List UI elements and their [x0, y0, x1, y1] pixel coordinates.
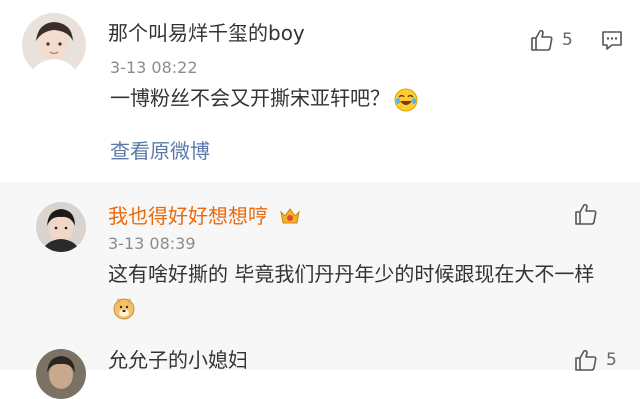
doge-emoji	[113, 297, 135, 319]
avatar[interactable]	[36, 349, 86, 399]
comment-icon	[602, 31, 622, 50]
comment-timestamp: 3-13 08:22	[110, 58, 198, 77]
view-original-link[interactable]: 查看原微博	[110, 139, 210, 163]
crown-badge	[278, 204, 302, 232]
thumbs-up-icon	[531, 29, 553, 51]
avatar[interactable]	[22, 13, 86, 77]
like-button[interactable]: 5	[530, 28, 573, 52]
reply-button[interactable]	[600, 28, 624, 56]
thumbs-up-icon	[575, 203, 597, 225]
like-button[interactable]	[574, 202, 606, 226]
avatar[interactable]	[36, 202, 86, 252]
comment-username[interactable]: 那个叫易烊千玺的boy	[108, 21, 305, 45]
like-button[interactable]: 5	[574, 348, 617, 372]
thumbs-up-icon	[575, 349, 597, 371]
main-comment: 那个叫易烊千玺的boy 5 3-13 08:22 一博粉丝不会又开撕宋亚轩吧？ …	[0, 0, 640, 182]
reply-timestamp: 3-13 08:39	[108, 234, 196, 253]
like-count: 5	[562, 30, 573, 50]
reply-username[interactable]: 我也得好好想想哼	[108, 204, 268, 228]
laughing-crying-emoji	[394, 88, 418, 111]
comment-text-row: 一博粉丝不会又开撕宋亚轩吧？	[110, 82, 610, 114]
reply-section: 我也得好好想想哼 3-13 08:39 这有啥好撕的 毕竟我们丹丹年少的时候跟现…	[0, 182, 640, 399]
comment-text: 一博粉丝不会又开撕宋亚轩吧？	[110, 86, 390, 110]
reply-text: 这有啥好撕的 毕竟我们丹丹年少的时候跟现在大不一样	[108, 262, 595, 286]
like-count: 5	[606, 350, 617, 370]
reply-username[interactable]: 允允子的小媳妇	[108, 348, 248, 372]
reply-text-row: 这有啥好撕的 毕竟我们丹丹年少的时候跟现在大不一样	[108, 258, 613, 322]
crown-icon	[280, 208, 300, 224]
